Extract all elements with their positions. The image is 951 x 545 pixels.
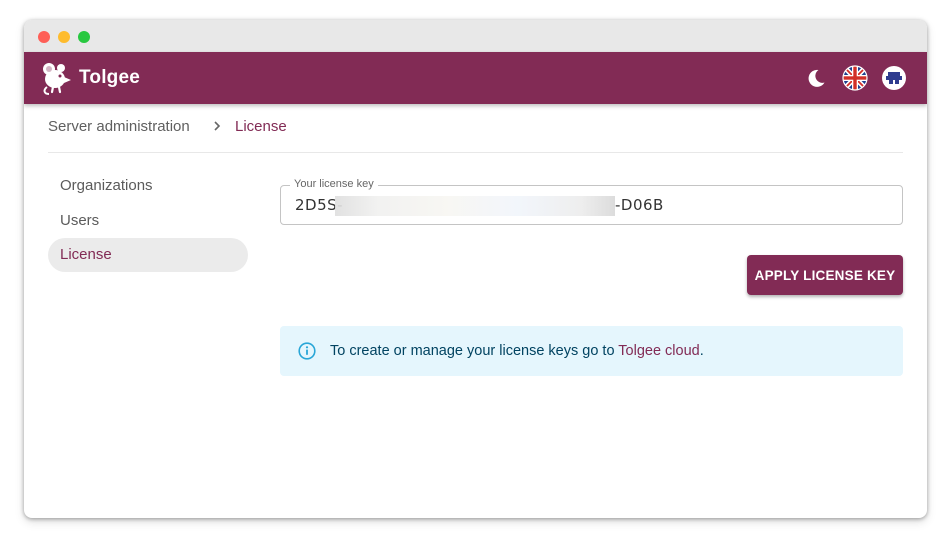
tolgee-cloud-link[interactable]: Tolgee cloud xyxy=(618,343,699,359)
breadcrumb-divider xyxy=(48,152,903,153)
breadcrumb-server-administration-link[interactable]: Server administration xyxy=(48,118,190,135)
mouse-logo-icon[interactable] xyxy=(39,60,73,96)
user-avatar-icon[interactable] xyxy=(881,65,907,91)
sidebar-item-label: Organizations xyxy=(60,177,153,194)
sidebar-item-label: Users xyxy=(60,212,100,229)
info-alert-message: To create or manage your license keys go… xyxy=(330,343,619,359)
moon-icon[interactable] xyxy=(803,65,829,91)
app-header: Tolgee xyxy=(24,52,927,104)
info-alert-suffix: . xyxy=(699,343,704,359)
chevron-right-icon xyxy=(214,121,221,131)
info-icon xyxy=(298,342,316,360)
apply-license-key-button[interactable]: APPLY LICENSE KEY xyxy=(747,255,903,295)
info-alert-text: To create or manage your license keys go… xyxy=(330,343,704,359)
license-key-redacted-blur xyxy=(335,196,615,216)
window-titlebar xyxy=(24,20,927,52)
uk-flag-icon[interactable] xyxy=(842,65,868,91)
license-key-label: Your license key xyxy=(290,178,378,190)
close-window-button[interactable] xyxy=(38,31,50,43)
sidebar-item-label: License xyxy=(60,246,112,263)
license-key-input[interactable]: Your license key 2D5S- -D06B xyxy=(280,178,903,225)
sidebar-item-organizations[interactable]: Organizations xyxy=(48,169,248,203)
sidebar-item-users[interactable]: Users xyxy=(48,204,248,238)
minimize-window-button[interactable] xyxy=(58,31,70,43)
app-brand-name[interactable]: Tolgee xyxy=(79,67,140,89)
maximize-window-button[interactable] xyxy=(78,31,90,43)
license-key-value-end: -D06B xyxy=(615,196,664,214)
sidebar-item-license[interactable]: License xyxy=(48,238,248,272)
breadcrumb-current: License xyxy=(235,118,287,135)
browser-window: Tolgee Server administration License Org… xyxy=(24,20,927,518)
info-alert: To create or manage your license keys go… xyxy=(280,326,903,376)
